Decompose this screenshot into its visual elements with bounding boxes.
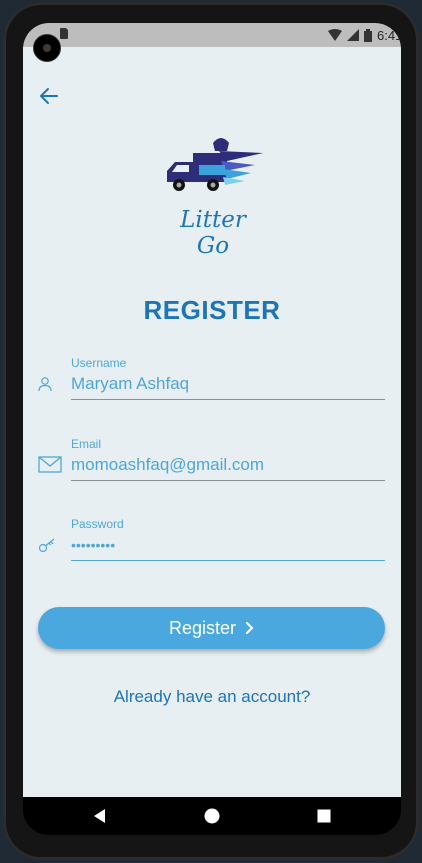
status-icons: 6:41 xyxy=(328,27,401,43)
key-icon xyxy=(38,538,55,553)
signal-icon xyxy=(347,29,359,41)
android-nav-bar xyxy=(23,797,401,835)
mail-icon xyxy=(38,456,62,473)
status-bar: 6:41 xyxy=(23,23,401,47)
front-camera xyxy=(33,34,61,62)
status-time: 6:41 xyxy=(377,27,401,43)
chevron-right-icon xyxy=(246,622,254,634)
nav-home-icon[interactable] xyxy=(202,806,222,826)
password-input[interactable] xyxy=(71,537,385,553)
logo-text: Litter Go xyxy=(180,207,246,259)
wifi-icon xyxy=(328,29,342,41)
register-button[interactable]: Register xyxy=(38,607,385,649)
battery-icon xyxy=(364,28,372,42)
password-field[interactable]: Password xyxy=(23,517,401,597)
email-underline xyxy=(71,480,385,481)
username-input[interactable] xyxy=(71,374,385,394)
truck-logo-icon xyxy=(167,138,263,191)
username-underline xyxy=(71,399,385,400)
register-screen: Litter Go REGISTER Username Email xyxy=(23,47,401,797)
login-link[interactable]: Already have an account? xyxy=(23,687,401,707)
email-input[interactable] xyxy=(71,455,385,475)
username-label: Username xyxy=(71,356,127,370)
sd-card-icon xyxy=(60,28,68,39)
register-button-label: Register xyxy=(168,617,237,638)
user-icon xyxy=(38,377,52,392)
email-field[interactable]: Email xyxy=(23,437,401,517)
nav-recents-icon[interactable] xyxy=(314,806,334,826)
username-field[interactable]: Username xyxy=(23,356,401,436)
phone-frame: 6:41 Litter Go REGISTER Username Maryam … xyxy=(3,2,419,860)
back-arrow-icon[interactable] xyxy=(38,85,60,107)
email-label: Email xyxy=(71,437,102,451)
screen: 6:41 Litter Go REGISTER Username Maryam … xyxy=(23,23,401,835)
nav-back-icon[interactable] xyxy=(90,806,110,826)
password-label: Password xyxy=(71,517,124,531)
password-underline xyxy=(71,560,385,561)
page-title: REGISTER xyxy=(143,295,281,325)
